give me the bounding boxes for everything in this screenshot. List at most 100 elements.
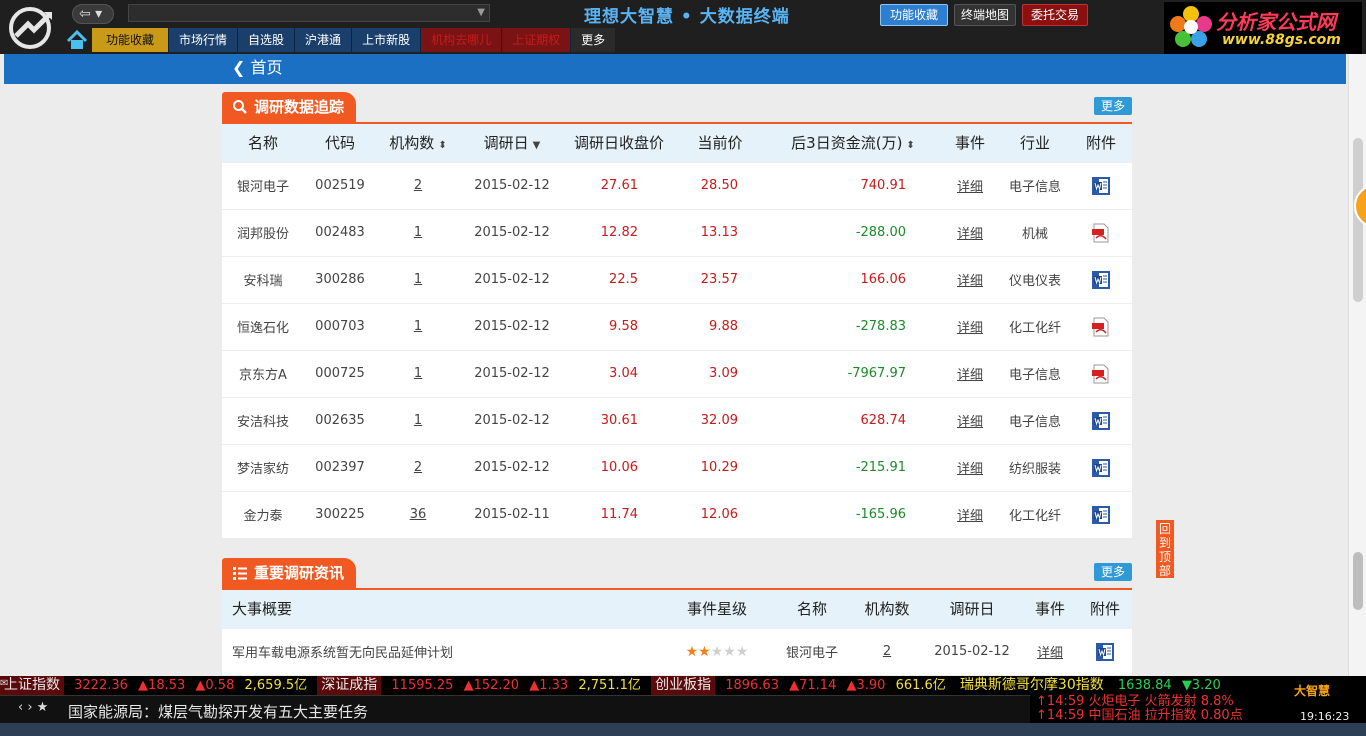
table-row[interactable]: 润邦股份 002483 1 2015-02-12 12.82 13.13 -288.00 详细… (222, 208, 1132, 256)
back-forward-button[interactable]: ⇦ ▾ (72, 4, 114, 24)
col-file[interactable]: 附件 (1070, 124, 1132, 162)
col-name[interactable]: 名称 (772, 590, 852, 628)
table-row[interactable]: 金力泰 300225 36 2015-02-11 11.74 12.06 -165.96 详细… (222, 490, 1132, 538)
cell-file[interactable] (1070, 255, 1132, 303)
brand-banner[interactable]: 分析家公式网 www.88gs.com (1164, 2, 1362, 54)
cell-name[interactable]: 银河电子 (222, 161, 304, 209)
more-button[interactable]: 更多 (1094, 97, 1132, 115)
cell-file[interactable] (1070, 396, 1132, 444)
word-file-icon[interactable] (1091, 411, 1111, 431)
pdf-file-icon[interactable] (1091, 364, 1111, 384)
menu-item-options[interactable]: 上证期权 (502, 28, 572, 52)
ticker-cy-name[interactable]: 创业板指 (651, 676, 716, 695)
back-home-link[interactable]: ❮ 首页 (232, 57, 283, 79)
cell-name[interactable]: 梦洁家纺 (222, 443, 304, 491)
cell-event[interactable]: 详细 (940, 302, 1000, 350)
menu-item-ipo[interactable]: 上市新股 (352, 28, 422, 52)
cell-orgs[interactable]: 1 (376, 208, 460, 256)
col-price[interactable]: 当前价 (674, 124, 766, 162)
menu-item-institutions[interactable]: 机构去哪儿 (421, 28, 503, 52)
word-file-icon[interactable] (1095, 642, 1115, 662)
detail-link[interactable]: 详细 (957, 180, 983, 195)
orgs-link[interactable]: 2 (414, 460, 422, 475)
news-nav-controls[interactable]: ‹ › ★ (18, 700, 48, 715)
cell-file[interactable] (1070, 208, 1132, 256)
detail-link[interactable]: 详细 (957, 274, 983, 289)
menu-item-favorites[interactable]: 功能收藏 (92, 28, 170, 52)
cell-file[interactable] (1070, 349, 1132, 397)
flash-alert-2[interactable]: ↑14:59 中国石油 拉升指数 0.80点 (1030, 709, 1290, 723)
cell-orgs[interactable]: 1 (376, 255, 460, 303)
orgs-link[interactable]: 1 (414, 225, 422, 240)
col-flow[interactable]: 后3日资金流(万) ⬍ (766, 124, 940, 162)
cell-file[interactable] (1070, 161, 1132, 209)
table-row[interactable]: 安科瑞 300286 1 2015-02-12 22.5 23.57 166.06 详细 仪电仪… (222, 255, 1132, 303)
address-dropdown[interactable]: ▼ (128, 4, 490, 22)
cell-name[interactable]: 金力泰 (222, 490, 304, 538)
ticker-omx-name[interactable]: 瑞典斯德哥尔摩30指数 (955, 676, 1108, 695)
menu-item-hk-connect[interactable]: 沪港通 (295, 28, 353, 52)
orgs-link[interactable]: 2 (883, 644, 891, 659)
cell-event[interactable]: 详细 (940, 161, 1000, 209)
col-event[interactable]: 事件 (1022, 590, 1078, 628)
detail-link[interactable]: 详细 (957, 415, 983, 430)
function-favorites-button[interactable]: 功能收藏 (880, 4, 948, 26)
cell-file[interactable] (1070, 302, 1132, 350)
cell-file[interactable] (1070, 443, 1132, 491)
menu-item-market[interactable]: 市场行情 (169, 28, 239, 52)
cell-event[interactable]: 详细 (940, 255, 1000, 303)
cell-event[interactable]: 详细 (1022, 627, 1078, 675)
col-date[interactable]: 调研日 ▼ (460, 124, 564, 162)
cell-name[interactable]: 恒逸石化 (222, 302, 304, 350)
cell-event[interactable]: 详细 (940, 208, 1000, 256)
vertical-scrollbar[interactable] (1348, 54, 1366, 676)
detail-link[interactable]: 详细 (957, 462, 983, 477)
cell-summary[interactable]: 军用车载电源系统暂无向民品延伸计划 (222, 627, 662, 675)
cell-name[interactable]: 润邦股份 (222, 208, 304, 256)
trade-button[interactable]: 委托交易 (1022, 4, 1088, 26)
word-file-icon[interactable] (1091, 270, 1111, 290)
detail-link[interactable]: 详细 (957, 227, 983, 242)
mail-icon[interactable]: ✉ (0, 678, 16, 689)
scrollbar-thumb-secondary[interactable] (1353, 552, 1363, 610)
back-to-top-button[interactable]: 回到顶部 (1156, 520, 1174, 578)
cell-name[interactable]: 安科瑞 (222, 255, 304, 303)
pdf-file-icon[interactable] (1091, 223, 1111, 243)
cell-event[interactable]: 详细 (940, 349, 1000, 397)
cell-orgs[interactable]: 2 (376, 161, 460, 209)
pdf-file-icon[interactable] (1091, 317, 1111, 337)
terminal-map-button[interactable]: 终端地图 (954, 4, 1016, 26)
cell-name[interactable]: 京东方A (222, 349, 304, 397)
flash-alert-1[interactable]: ↑14:59 火炬电子 火箭发射 8.8% (1030, 695, 1290, 709)
ticker-sz-name[interactable]: 深证成指 (317, 676, 382, 695)
orgs-link[interactable]: 1 (414, 319, 422, 334)
cell-name[interactable]: 银河电子 (772, 627, 852, 675)
table-row[interactable]: 军用车载电源系统暂无向民品延伸计划 ★★★★★ 银河电子 2 2015-02-12 详细 (222, 627, 1132, 675)
col-orgs[interactable]: 机构数 (852, 590, 922, 628)
col-code[interactable]: 代码 (304, 124, 376, 162)
cell-name[interactable]: 安洁科技 (222, 396, 304, 444)
word-file-icon[interactable] (1091, 505, 1111, 525)
cell-orgs[interactable]: 36 (376, 490, 460, 538)
home-icon[interactable] (62, 27, 92, 53)
detail-link[interactable]: 详细 (957, 368, 983, 383)
col-industry[interactable]: 行业 (1000, 124, 1070, 162)
word-file-icon[interactable] (1091, 176, 1111, 196)
orgs-link[interactable]: 2 (414, 178, 422, 193)
table-row[interactable]: 安洁科技 002635 1 2015-02-12 30.61 32.09 628.74 详细 电… (222, 396, 1132, 444)
col-name[interactable]: 名称 (222, 124, 304, 162)
col-stars[interactable]: 事件星级 (662, 590, 772, 628)
detail-link[interactable]: 详细 (957, 509, 983, 524)
cell-file[interactable] (1078, 627, 1132, 675)
menu-item-more[interactable]: 更多 (571, 28, 617, 52)
more-button[interactable]: 更多 (1094, 563, 1132, 581)
orgs-link[interactable]: 1 (414, 413, 422, 428)
col-file[interactable]: 附件 (1078, 590, 1132, 628)
cell-orgs[interactable]: 2 (376, 443, 460, 491)
col-close[interactable]: 调研日收盘价 (564, 124, 674, 162)
news-headline[interactable]: 国家能源局：煤层气勘探开发有五大主要任务 (68, 701, 368, 722)
col-date[interactable]: 调研日 (922, 590, 1022, 628)
detail-link[interactable]: 详细 (1037, 646, 1063, 661)
brand-mini-logo[interactable]: 大智慧 (1294, 682, 1330, 699)
orgs-link[interactable]: 36 (410, 507, 427, 522)
